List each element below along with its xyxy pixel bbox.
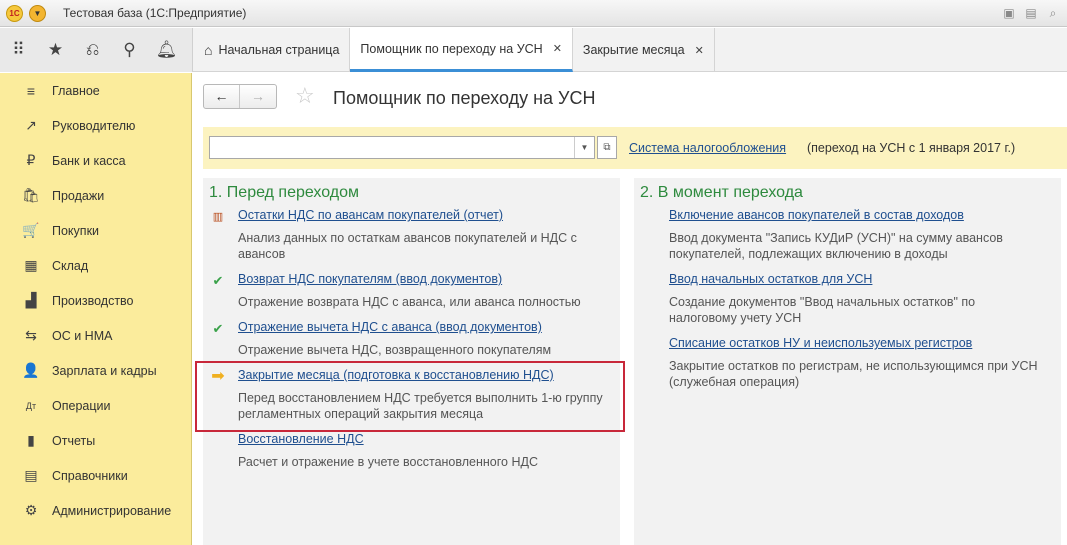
sidebar-item-label: ОС и НМА	[52, 328, 113, 343]
assets-icon: ⇆	[25, 327, 37, 343]
sidebar-item-label: Справочники	[52, 468, 128, 483]
apps-grid-icon[interactable]: ⠿	[0, 40, 37, 60]
save-icon[interactable]: ▣	[1001, 5, 1017, 21]
catalog-icon: ▤	[24, 467, 38, 483]
tab-home[interactable]: ⌂ Начальная страница	[194, 28, 351, 72]
step-description: Анализ данных по остаткам авансов покупа…	[238, 231, 577, 261]
sidebar-item-label: Администрирование	[52, 503, 172, 518]
at-transition-panel: 2. В момент перехода Включение авансов п…	[634, 178, 1061, 545]
step-link[interactable]: Восстановление НДС	[238, 432, 364, 446]
page-title: Помощник по переходу на УСН	[333, 88, 596, 108]
step-description: Расчет и отражение в учете восстановленн…	[238, 455, 538, 469]
tab-label: Закрытие месяца	[582, 43, 685, 57]
search-icon[interactable]: ⚲	[111, 40, 148, 60]
window-title: Тестовая база (1С:Предприятие)	[63, 6, 247, 20]
highlight-frame	[195, 361, 625, 432]
sidebar-item-main[interactable]: ≡ Главное	[0, 73, 192, 108]
main-menu-icon[interactable]: ▼	[29, 5, 46, 22]
panel-heading: 2. В момент перехода	[640, 184, 803, 201]
step-link[interactable]: Возврат НДС покупателям (ввод документов…	[238, 272, 502, 286]
ruble-icon: ₽	[26, 152, 36, 168]
sidebar-item-salary[interactable]: 👤 Зарплата и кадры	[0, 353, 192, 388]
step-link[interactable]: Ввод начальных остатков для УСН	[669, 272, 872, 286]
step-description: Закрытие остатков по регистрам, не испол…	[669, 359, 1038, 389]
sidebar-item-production[interactable]: ▟ Производство	[0, 283, 192, 318]
cart-icon: 🛒	[22, 222, 40, 238]
tab-bar: ⌂ Начальная страница Помощник по переход…	[194, 28, 715, 72]
toolbar-icons: ⠿ ★ ⎌ ⚲ 🔔︎	[0, 28, 193, 72]
sidebar-item-label: Продажи	[52, 188, 105, 203]
tab-label: Начальная страница	[218, 43, 340, 57]
sidebar-item-label: Покупки	[52, 223, 100, 238]
tab-month-closing[interactable]: Закрытие месяца ✕	[573, 28, 715, 72]
sidebar-item-reports[interactable]: ▮ Отчеты	[0, 423, 192, 458]
trend-icon: ↗	[25, 117, 37, 133]
debit-credit-icon: Дт	[25, 400, 37, 411]
report-icon: ▥	[212, 211, 224, 223]
sidebar-item-label: Руководителю	[52, 118, 136, 133]
checkmark-icon: ✔	[212, 273, 224, 288]
history-icon[interactable]: ⎌	[74, 40, 111, 60]
sidebar-item-label: Операции	[52, 398, 111, 413]
favorites-star-icon[interactable]: ★	[37, 40, 74, 60]
sidebar-item-label: Производство	[52, 293, 134, 308]
sidebar-item-purchases[interactable]: 🛒 Покупки	[0, 213, 192, 248]
warehouse-icon: ▦	[24, 257, 38, 273]
sidebar-item-catalogs[interactable]: ▤ Справочники	[0, 458, 192, 493]
step-description: Отражение возврата НДС с аванса, или ава…	[238, 295, 581, 309]
sidebar: ≡ Главное ↗ Руководителю ₽ Банк и касса …	[0, 73, 192, 545]
close-icon[interactable]: ✕	[553, 42, 562, 55]
menu-lines-icon: ≡	[26, 82, 36, 99]
bar-chart-icon: ▮	[27, 432, 35, 448]
sidebar-item-operations[interactable]: Дт Операции	[0, 388, 192, 423]
step-description: Отражение вычета НДС, возвращенного поку…	[238, 343, 552, 357]
step-link[interactable]: Включение авансов покупателей в состав д…	[669, 208, 964, 222]
open-form-icon[interactable]: ⧉	[597, 136, 617, 159]
person-icon: 👤	[22, 362, 40, 378]
top-toolbar: ⠿ ★ ⎌ ⚲ 🔔︎ ⌂ Начальная страница Помощник…	[0, 28, 1067, 72]
back-arrow-icon[interactable]: ←	[204, 85, 240, 108]
step-description: Ввод документа "Запись КУДиР (УСН)" на с…	[669, 231, 1003, 261]
step-link[interactable]: Отражение вычета НДС с аванса (ввод доку…	[238, 320, 542, 334]
forward-arrow-icon[interactable]: →	[240, 85, 276, 108]
sidebar-item-label: Склад	[52, 258, 89, 273]
search-preview-icon[interactable]: ⌕	[1045, 5, 1061, 21]
sidebar-item-manager[interactable]: ↗ Руководителю	[0, 108, 192, 143]
window-titlebar: 1С ▼ Тестовая база (1С:Предприятие) ▣ ▤ …	[0, 0, 1067, 27]
factory-icon: ▟	[25, 292, 37, 308]
step-link[interactable]: Остатки НДС по авансам покупателей (отче…	[238, 208, 503, 222]
print-icon[interactable]: ▤	[1023, 5, 1039, 21]
step-description: Создание документов "Ввод начальных оста…	[669, 295, 976, 325]
sidebar-item-admin[interactable]: ⚙ Администрирование	[0, 493, 192, 528]
close-icon[interactable]: ✕	[695, 44, 704, 57]
shopping-bag-icon: 🛍	[22, 187, 40, 203]
checkmark-icon: ✔	[212, 321, 224, 336]
sidebar-item-label: Банк и касса	[52, 153, 126, 168]
dropdown-arrow-icon[interactable]: ▼	[574, 137, 594, 158]
add-favorite-star-icon[interactable]: ☆	[295, 84, 315, 108]
transition-note: (переход на УСН с 1 января 2017 г.)	[807, 141, 1016, 155]
tab-usn-assistant[interactable]: Помощник по переходу на УСН ✕	[350, 28, 573, 72]
sidebar-item-label: Отчеты	[52, 433, 96, 448]
app-logo-icon: 1С	[6, 5, 23, 22]
gear-icon: ⚙	[24, 502, 38, 518]
sidebar-item-fixed-assets[interactable]: ⇆ ОС и НМА	[0, 318, 192, 353]
sidebar-item-sales[interactable]: 🛍 Продажи	[0, 178, 192, 213]
tab-label: Помощник по переходу на УСН	[360, 41, 543, 56]
step-link[interactable]: Списание остатков НУ и неиспользуемых ре…	[669, 336, 972, 350]
panel-heading: 1. Перед переходом	[209, 184, 360, 201]
window-controls: ▣ ▤ ⌕	[1001, 5, 1061, 21]
sidebar-item-bank[interactable]: ₽ Банк и касса	[0, 143, 192, 178]
sidebar-item-label: Зарплата и кадры	[52, 363, 157, 378]
filter-bar: ▼ ⧉ Система налогообложения (переход на …	[203, 127, 1067, 169]
home-icon: ⌂	[204, 42, 213, 58]
navigation-buttons: ← →	[203, 84, 277, 109]
organization-combo[interactable]: ▼	[209, 136, 595, 159]
tax-system-link[interactable]: Система налогообложения	[629, 141, 786, 155]
sidebar-item-warehouse[interactable]: ▦ Склад	[0, 248, 192, 283]
sidebar-item-label: Главное	[52, 83, 100, 98]
notifications-bell-icon[interactable]: 🔔︎	[148, 40, 185, 60]
